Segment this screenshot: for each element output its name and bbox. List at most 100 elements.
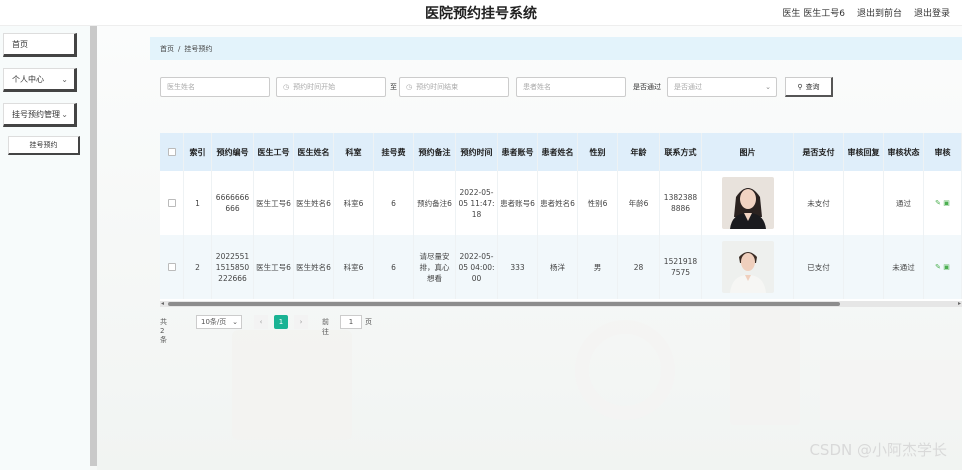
cell-sex: 性别6 (578, 171, 618, 235)
cell-doctor-name: 医生姓名6 (294, 235, 334, 299)
cell-status: 未通过 (884, 235, 924, 299)
sidebar-item-home[interactable]: 首页 (3, 33, 77, 57)
placeholder: 预约时间开始 (293, 83, 336, 91)
chevron-down-icon: ⌄ (765, 83, 771, 91)
col-status: 审核状态 (884, 133, 924, 171)
cell-phone: 15219187575 (660, 235, 702, 299)
chevron-down-icon: ⌄ (232, 318, 238, 326)
clock-icon: ◷ (283, 83, 290, 91)
doctor-name-input[interactable]: 医生姓名 (160, 77, 270, 97)
col-phone: 联系方式 (660, 133, 702, 171)
cell-patient-name: 患者姓名6 (538, 171, 578, 235)
to-label: 至 (390, 83, 397, 91)
cell-time: 2022-05-05 04:00:00 (456, 235, 498, 299)
cell-note: 请尽量安排，真心想看 (414, 235, 456, 299)
page-label: 页 (365, 318, 372, 326)
chevron-down-icon: ⌄ (61, 109, 68, 119)
placeholder: 是否通过 (674, 83, 702, 91)
col-review: 审核 (924, 133, 962, 171)
appointment-table: 索引 预约编号 医生工号 医生姓名 科室 挂号费 预约备注 预约时间 患者账号 … (160, 133, 962, 305)
select-all-checkbox[interactable] (160, 133, 184, 171)
paid-select[interactable]: 是否通过 ⌄ (667, 77, 777, 97)
cell-department: 科室6 (334, 171, 374, 235)
end-time-input[interactable]: ◷ 预约时间结束 (399, 77, 509, 97)
cell-reply (844, 171, 884, 235)
col-age: 年龄 (618, 133, 660, 171)
sidebar-subitem-appointment[interactable]: 挂号预约 (8, 136, 80, 155)
decoration (730, 305, 800, 425)
cell-sex: 男 (578, 235, 618, 299)
patient-photo[interactable] (721, 241, 774, 293)
scroll-right-icon[interactable]: ▸ (958, 300, 961, 307)
cell-department: 科室6 (334, 235, 374, 299)
current-user: 医生 医生工号6 (782, 9, 845, 19)
cell-index: 1 (184, 171, 212, 235)
cell-note: 预约备注6 (414, 171, 456, 235)
search-button[interactable]: ⚲ 查询 (785, 77, 833, 97)
cell-index: 2 (184, 235, 212, 299)
cell-appointment-no: 20225511515850222666 (212, 235, 254, 299)
breadcrumb: 首页 / 挂号预约 (150, 37, 962, 60)
breadcrumb-separator: / (178, 44, 181, 53)
col-index: 索引 (184, 133, 212, 171)
edit-icon[interactable]: ✎ ▣ (924, 235, 962, 299)
cell-doctor-name: 医生姓名6 (294, 171, 334, 235)
col-doctor-name: 医生姓名 (294, 133, 334, 171)
patient-photo[interactable] (721, 177, 774, 229)
cell-phone: 13823888886 (660, 171, 702, 235)
table-header: 索引 预约编号 医生工号 医生姓名 科室 挂号费 预约备注 预约时间 患者账号 … (160, 133, 962, 171)
table-horizontal-scrollbar[interactable]: ◂ ▸ (160, 300, 962, 307)
cell-age: 年龄6 (618, 171, 660, 235)
edit-icon[interactable]: ✎ ▣ (924, 171, 962, 235)
prev-page-button[interactable]: ‹ (254, 315, 268, 329)
col-reply: 审核回复 (844, 133, 884, 171)
search-icon: ⚲ (797, 82, 803, 91)
sidebar-item-label: 首页 (12, 39, 28, 49)
col-department: 科室 (334, 133, 374, 171)
cell-time: 2022-05-05 11:47:18 (456, 171, 498, 235)
cell-image (702, 171, 794, 235)
search-button-label: 查询 (805, 82, 820, 91)
top-bar: 医院预约挂号系统 医生 医生工号6 退出到前台 退出登录 (0, 0, 962, 26)
next-page-button[interactable]: › (294, 315, 308, 329)
sidebar-item-label: 挂号预约管理 (12, 109, 60, 119)
patient-name-input[interactable]: 患者姓名 (516, 77, 626, 97)
scroll-left-icon[interactable]: ◂ (161, 300, 164, 307)
breadcrumb-home[interactable]: 首页 (160, 44, 174, 54)
decoration (575, 320, 675, 420)
cell-fee: 6 (374, 235, 414, 299)
col-time: 预约时间 (456, 133, 498, 171)
scrollbar-thumb[interactable] (168, 302, 840, 306)
start-time-input[interactable]: ◷ 预约时间开始 (276, 77, 386, 97)
table-row: 1 6666666666 医生工号6 医生姓名6 科室6 6 预约备注6 202… (160, 171, 962, 235)
cell-reply (844, 235, 884, 299)
sidebar-item-appointment-management[interactable]: 挂号预约管理 ⌄ (3, 103, 77, 127)
breadcrumb-current: 挂号预约 (184, 44, 213, 53)
clock-icon: ◷ (406, 83, 413, 91)
cell-paid: 未支付 (794, 171, 844, 235)
page-button-current[interactable]: 1 (274, 315, 288, 329)
col-note: 预约备注 (414, 133, 456, 171)
placeholder: 患者姓名 (523, 83, 551, 91)
watermark: CSDN @小阿杰学长 (809, 441, 947, 459)
top-links: 医生 医生工号6 退出到前台 退出登录 (782, 6, 950, 19)
goto-label: 前往 (322, 318, 329, 336)
sidebar-subitem-label: 挂号预约 (29, 141, 58, 149)
cell-paid: 已支付 (794, 235, 844, 299)
goto-page-input[interactable]: 1 (340, 315, 362, 329)
cell-appointment-no: 6666666666 (212, 171, 254, 235)
col-fee: 挂号费 (374, 133, 414, 171)
table-row: 2 20225511515850222666 医生工号6 医生姓名6 科室6 6… (160, 235, 962, 299)
row-checkbox[interactable] (160, 235, 184, 299)
logout-link[interactable]: 退出登录 (914, 6, 950, 19)
page-size-select[interactable]: 10条/页 ⌄ (196, 315, 242, 329)
placeholder: 预约时间结束 (416, 83, 459, 91)
col-patient-name: 患者姓名 (538, 133, 578, 171)
cell-doctor-id: 医生工号6 (254, 171, 294, 235)
row-checkbox[interactable] (160, 171, 184, 235)
back-to-front-link[interactable]: 退出到前台 (857, 6, 902, 19)
total-count: 共 2 条 (160, 318, 167, 344)
decoration (232, 330, 352, 440)
col-image: 图片 (702, 133, 794, 171)
col-doctor-id: 医生工号 (254, 133, 294, 171)
